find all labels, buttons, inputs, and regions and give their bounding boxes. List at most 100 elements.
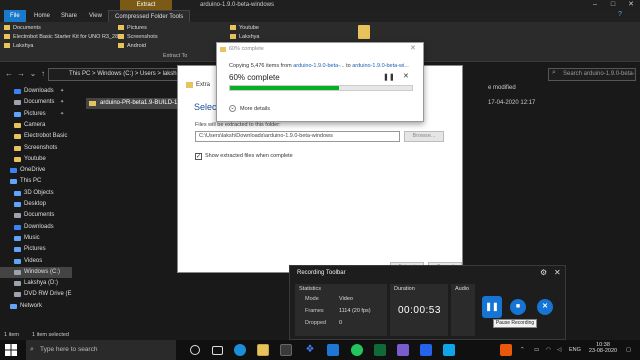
sidebar-item-documents[interactable]: Documents — [0, 210, 72, 221]
sidebar-item-pictures[interactable]: Pictures ✦ — [0, 109, 72, 120]
app-icon[interactable] — [397, 344, 409, 356]
up-arrow-icon[interactable]: ↑ — [38, 69, 48, 79]
breadcrumb-item[interactable]: laksh — [163, 71, 177, 77]
app-icon[interactable] — [443, 344, 455, 356]
gear-icon[interactable]: ⚙ — [540, 268, 547, 277]
sidebar-item-windows-c[interactable]: Windows (C:) — [0, 266, 72, 278]
excel-icon[interactable] — [374, 344, 386, 356]
quick-item[interactable]: Documents — [4, 24, 118, 33]
title-bar: Extract arduino-1.9.0-beta-windows – □ ✕ — [0, 0, 640, 10]
desktop-icon — [14, 202, 21, 207]
context-tab-extract[interactable]: Extract — [120, 0, 172, 10]
word-icon[interactable] — [420, 344, 432, 356]
sidebar-item-network[interactable]: Network — [0, 301, 72, 312]
sidebar-item-onedrive[interactable]: OneDrive — [0, 165, 72, 176]
store-icon[interactable] — [280, 344, 292, 356]
tab-compressed-folder-tools[interactable]: Compressed Folder Tools — [108, 10, 191, 22]
pause-icon[interactable]: ❚❚ — [383, 73, 395, 81]
file-row[interactable]: arduino-PR-beta1.9-BUILD-119 — [86, 98, 186, 109]
maximize-icon[interactable]: □ — [604, 0, 622, 10]
help-icon[interactable]: ? — [618, 11, 622, 18]
quick-item[interactable]: Pictures — [118, 24, 158, 33]
chrome-icon[interactable] — [351, 344, 363, 356]
quick-item[interactable]: Electrobot Basic Starter Kit for UNO R3_… — [4, 33, 118, 42]
destination-link[interactable]: arduino-1.9.0-beta-wi... — [352, 63, 409, 69]
sidebar-item-downloads[interactable]: Downloads — [0, 222, 72, 233]
sidebar-item-this-pc[interactable]: This PC — [0, 176, 72, 187]
windows-start-icon[interactable] — [5, 344, 17, 356]
task-view-icon[interactable] — [212, 346, 223, 355]
sidebar-item-youtube[interactable]: Youtube — [0, 154, 72, 165]
cancel-icon[interactable]: ✕ — [403, 72, 409, 80]
source-link[interactable]: arduino-1.9.0-beta-... — [293, 63, 344, 69]
minimize-icon[interactable]: – — [586, 0, 604, 10]
recent-chevron-icon[interactable]: ⌄ — [28, 69, 38, 79]
browse-button[interactable]: Browse... — [404, 131, 444, 142]
pin-icon: ✦ — [60, 110, 65, 117]
wifi-icon[interactable]: ◠ — [546, 340, 551, 360]
taskbar-search-input[interactable]: Type here to search — [26, 340, 176, 360]
show-files-checkbox[interactable]: ✓ — [195, 153, 202, 160]
quick-item[interactable]: Screenshots — [118, 33, 158, 42]
file-date: 17-04-2020 12:17 — [488, 100, 536, 106]
sidebar-item-desktop[interactable]: Desktop — [0, 199, 72, 210]
taskbar: Type here to search ⌕ ❖ ⌃ ▭ ◠ ◁ ENG 10:3… — [0, 340, 640, 360]
selected-count: 1 item selected — [32, 332, 69, 338]
copy-progress-dialog: 60% complete ✕ Copying 5,476 items from … — [216, 42, 424, 122]
sidebar-item-documents[interactable]: Documents ✦ — [0, 97, 72, 108]
folder-icon — [4, 34, 10, 40]
edge-browser-icon[interactable] — [234, 344, 246, 356]
breadcrumb-item[interactable]: Windows (C:) — [97, 71, 133, 77]
tab-view[interactable]: View — [83, 10, 108, 22]
cube-icon — [14, 190, 21, 196]
breadcrumb-item[interactable]: Users — [140, 71, 156, 77]
close-icon[interactable]: ✕ — [622, 0, 640, 10]
tab-file[interactable]: File — [4, 10, 26, 22]
item-count: 1 item — [4, 332, 19, 338]
quick-item[interactable]: Lakshya — [230, 33, 260, 42]
destination-label: Files will be extracted to this folder: — [195, 122, 281, 128]
cortana-icon[interactable] — [190, 345, 200, 355]
forward-arrow-icon[interactable]: → — [16, 69, 26, 79]
close-icon[interactable]: ✕ — [410, 44, 416, 52]
pause-recording-button[interactable]: ❚❚ — [482, 296, 502, 318]
quick-item[interactable]: Youtube — [230, 24, 260, 33]
sidebar-item-3d-objects[interactable]: 3D Objects — [0, 188, 72, 199]
volume-icon[interactable]: ◁ — [557, 340, 561, 360]
sidebar-item-dvd-rw-drive-e[interactable]: DVD RW Drive (E — [0, 289, 72, 300]
search-input[interactable]: Search arduino-1.9.0-beta-w... — [548, 68, 636, 81]
quick-item[interactable]: Android — [118, 42, 158, 51]
sidebar-item-screenshots[interactable]: Screenshots — [0, 143, 72, 154]
destination-path-input[interactable]: C:\Users\laksh\Downloads\arduino-1.9.0-b… — [195, 131, 400, 142]
back-arrow-icon[interactable]: ← — [4, 69, 14, 79]
sidebar-item-videos[interactable]: Videos — [0, 256, 72, 267]
recorder-app-icon[interactable] — [500, 344, 512, 356]
sidebar-item-music[interactable]: Music — [0, 233, 72, 244]
sidebar-item-lakshya-d[interactable]: Lakshya (D:) — [0, 278, 72, 289]
file-explorer-icon[interactable] — [257, 344, 269, 356]
battery-icon[interactable]: ▭ — [534, 340, 539, 360]
stop-recording-button[interactable]: ■ — [510, 299, 526, 315]
document-icon — [14, 100, 21, 106]
breadcrumb-item[interactable]: This PC — [69, 71, 90, 77]
clock[interactable]: 10:38 23-08-2020 — [588, 342, 618, 354]
sidebar-item-camera[interactable]: Camera — [0, 120, 72, 131]
mail-icon[interactable] — [327, 344, 339, 356]
close-icon[interactable]: ✕ — [554, 268, 561, 277]
sidebar-item-downloads[interactable]: Downloads ✦ — [0, 86, 72, 97]
tab-share[interactable]: Share — [55, 10, 83, 22]
language-indicator[interactable]: ENG — [569, 340, 581, 360]
extract-all-icon[interactable] — [358, 25, 370, 39]
more-details-toggle[interactable]: ⌄ More details — [229, 105, 270, 112]
column-header-date[interactable]: e modified — [488, 85, 516, 91]
notifications-icon[interactable]: ▢ — [626, 340, 631, 360]
quick-item[interactable]: Lakshya — [4, 42, 118, 51]
tab-home[interactable]: Home — [28, 10, 56, 22]
cancel-recording-button[interactable]: ✕ — [537, 299, 553, 315]
sidebar-item-label: Videos — [24, 257, 43, 264]
sidebar-item-electrobot-basic[interactable]: Electrobot Basic — [0, 131, 72, 142]
tray-chevron-icon[interactable]: ⌃ — [520, 340, 525, 360]
duration-panel: Duration 00:00:53 — [390, 284, 448, 336]
dropbox-icon[interactable]: ❖ — [304, 344, 316, 356]
sidebar-item-pictures[interactable]: Pictures — [0, 244, 72, 255]
